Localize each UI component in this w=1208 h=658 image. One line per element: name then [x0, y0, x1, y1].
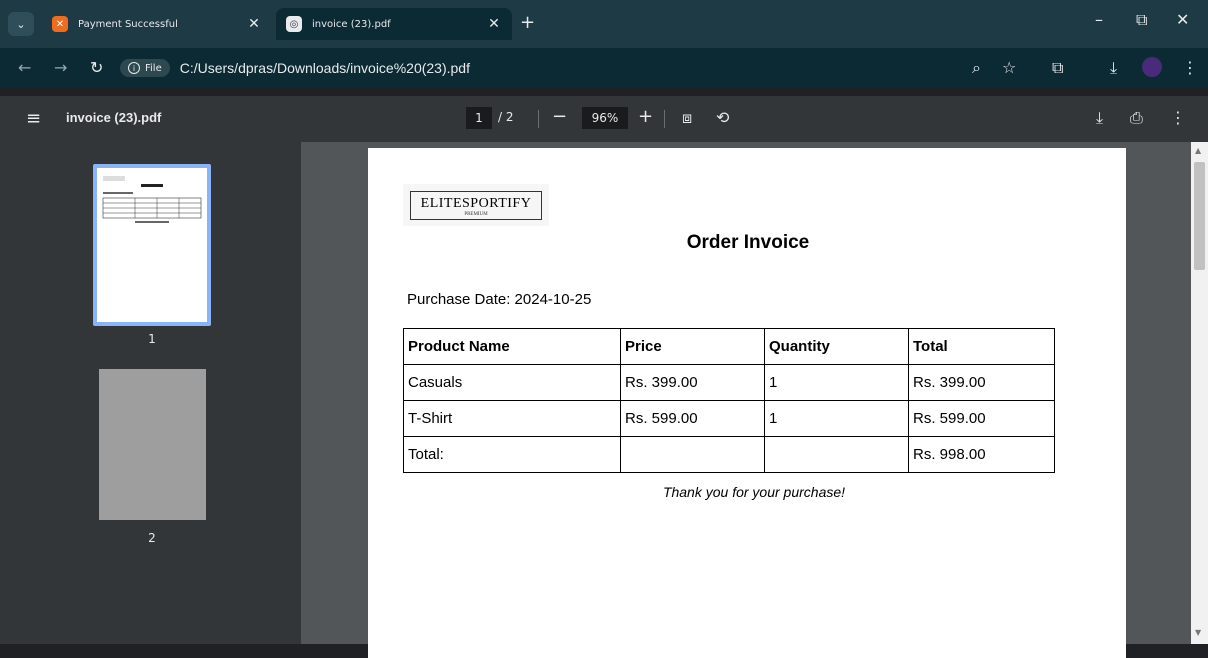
back-icon[interactable]: ← — [18, 58, 31, 77]
thumbnail-preview — [102, 176, 202, 223]
table-row: Casuals Rs. 399.00 1 Rs. 399.00 — [403, 364, 1055, 401]
table-cell: Rs. 399.00 — [908, 364, 1055, 401]
pdf-toolbar: ≡ invoice (23).pdf 1 / 2 − 96% + ⧈ ⟲ ⤓ ⎙… — [0, 96, 1208, 142]
page-total: / 2 — [498, 110, 514, 124]
purchase-date: Purchase Date: 2024-10-25 — [407, 291, 592, 308]
table-cell: 1 — [764, 364, 909, 401]
print-icon[interactable]: ⎙ — [1130, 108, 1143, 128]
table-cell: Casuals — [403, 364, 621, 401]
new-tab-button[interactable]: + — [520, 12, 535, 33]
tab-strip: ⌄ ✕ Payment Successful ✕ ◎ invoice (23).… — [0, 0, 1208, 48]
table-row: Total: Rs. 998.00 — [403, 436, 1055, 473]
star-icon[interactable]: ☆ — [1002, 58, 1016, 77]
browser-toolbar: ← → ↻ i File C:/Users/dpras/Downloads/in… — [0, 48, 1208, 88]
zoom-input[interactable]: 96% — [582, 107, 628, 129]
zoom-in-icon[interactable]: + — [638, 106, 653, 127]
scrollbar-thumb[interactable] — [1194, 162, 1205, 270]
page-thumbnail-1[interactable] — [93, 164, 211, 326]
tab-title: invoice (23).pdf — [312, 18, 391, 30]
close-icon[interactable]: ✕ — [486, 16, 502, 32]
minimize-icon[interactable]: – — [1095, 10, 1103, 29]
tab-payment-successful[interactable]: ✕ Payment Successful ✕ — [42, 8, 272, 40]
thumbnail-label: 2 — [148, 531, 156, 545]
header-cell: Quantity — [764, 328, 909, 365]
table-row: T-Shirt Rs. 599.00 1 Rs. 599.00 — [403, 400, 1055, 437]
thank-you-note: Thank you for your purchase! — [662, 484, 846, 500]
close-icon[interactable]: ✕ — [246, 16, 262, 32]
table-cell: Rs. 399.00 — [620, 364, 765, 401]
menu-icon[interactable]: ⋮ — [1182, 58, 1198, 77]
zoom-out-icon[interactable]: − — [552, 106, 567, 127]
table-cell — [620, 436, 765, 473]
globe-icon: ◎ — [286, 16, 302, 32]
avatar[interactable] — [1142, 57, 1162, 77]
invoice-title: Order Invoice — [686, 232, 810, 253]
chip-label: File — [145, 62, 162, 74]
x-app-icon: ✕ — [52, 16, 68, 32]
logo-text: ELITESPORTIFY — [420, 195, 532, 211]
rotate-icon[interactable]: ⟲ — [716, 108, 729, 127]
table-cell: Rs. 998.00 — [908, 436, 1055, 473]
tab-title: Payment Successful — [78, 18, 178, 30]
pdf-viewer: ELITESPORTIFY PREMIUM Order Invoice Purc… — [301, 142, 1191, 658]
restore-icon[interactable]: ⧉ — [1136, 10, 1147, 30]
page-thumbnail-2[interactable] — [99, 369, 206, 520]
url-text: C:/Users/dpras/Downloads/invoice%20(23).… — [179, 60, 470, 76]
extensions-icon[interactable]: ⧉ — [1052, 58, 1063, 78]
forward-icon[interactable]: → — [54, 58, 67, 77]
brand-logo: ELITESPORTIFY PREMIUM — [403, 184, 549, 226]
invoice-table: Product Name Price Quantity Total Casual… — [403, 328, 1055, 473]
header-cell: Product Name — [403, 328, 621, 365]
thumbnail-label: 1 — [148, 332, 156, 346]
download-icon[interactable]: ⤓ — [1096, 108, 1103, 128]
pdf-filename: invoice (23).pdf — [66, 110, 162, 125]
divider — [664, 110, 665, 128]
more-options-icon[interactable]: ⋮ — [1170, 108, 1186, 127]
scroll-up-icon[interactable]: ▲ — [1195, 146, 1201, 155]
table-cell: T-Shirt — [403, 400, 621, 437]
tab-invoice-pdf[interactable]: ◎ invoice (23).pdf ✕ — [276, 8, 512, 40]
sidebar-toggle-icon[interactable]: ≡ — [26, 108, 41, 129]
vertical-scrollbar[interactable]: ▲ ▼ — [1191, 142, 1208, 644]
table-cell: Rs. 599.00 — [908, 400, 1055, 437]
fit-page-icon[interactable]: ⧈ — [682, 108, 692, 128]
logo-subtext: PREMIUM — [464, 211, 488, 217]
download-icon[interactable]: ⤓ — [1110, 58, 1117, 78]
table-cell: Rs. 599.00 — [620, 400, 765, 437]
address-bar[interactable]: i File C:/Users/dpras/Downloads/invoice%… — [120, 53, 1040, 83]
reload-icon[interactable]: ↻ — [90, 58, 103, 77]
page-number-input[interactable]: 1 — [466, 107, 492, 129]
table-cell: 1 — [764, 400, 909, 437]
header-cell: Total — [908, 328, 1055, 365]
zoom-icon[interactable]: ⌕ — [972, 58, 981, 78]
thumbnail-sidebar: 1 2 — [0, 142, 301, 644]
info-icon: i — [128, 62, 140, 74]
tab-search-button[interactable]: ⌄ — [8, 12, 34, 36]
table-cell: Total: — [403, 436, 621, 473]
table-cell — [764, 436, 909, 473]
table-header-row: Product Name Price Quantity Total — [403, 328, 1055, 365]
divider — [538, 110, 539, 128]
site-info-chip[interactable]: i File — [120, 59, 170, 77]
scroll-down-icon[interactable]: ▼ — [1195, 628, 1201, 637]
window-close-icon[interactable]: ✕ — [1176, 10, 1189, 29]
chevron-down-icon: ⌄ — [16, 17, 26, 31]
header-cell: Price — [620, 328, 765, 365]
pdf-page: ELITESPORTIFY PREMIUM Order Invoice Purc… — [368, 148, 1126, 658]
